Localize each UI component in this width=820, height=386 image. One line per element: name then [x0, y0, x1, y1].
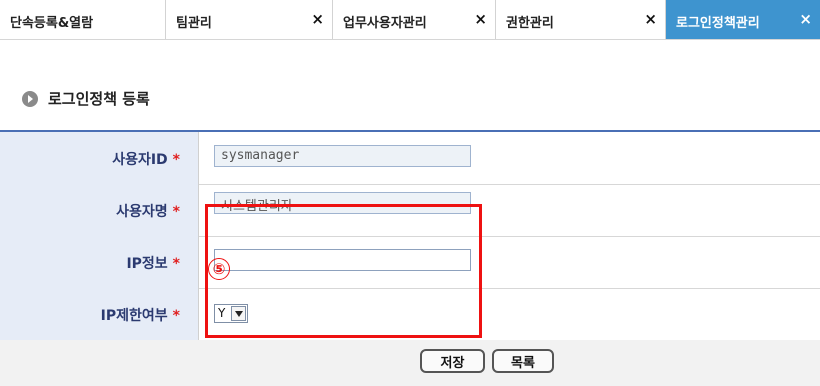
tab-enforcement-registration[interactable]: 단속등록&열람 [0, 0, 165, 39]
label-cell: IP정보 * [0, 236, 199, 288]
field-label: 사용자명 * [116, 204, 180, 220]
tab-label: 로그인정책관리 [676, 16, 760, 31]
tab-bar: 단속등록&열람 팀관리 × 업무사용자관리 × 권한관리 × 로그인정책관리 × [0, 0, 820, 40]
field-label: 사용자ID * [112, 152, 180, 168]
label-cell: 사용자ID * [0, 132, 199, 184]
tab-login-policy-management[interactable]: 로그인정책관리 × [665, 0, 820, 39]
annotation-highlight-box [205, 204, 482, 338]
close-icon[interactable]: × [311, 10, 324, 28]
field-label: IP제한여부 * [100, 308, 180, 324]
tab-business-user-management[interactable]: 업무사용자관리 × [332, 0, 495, 39]
page-title: 로그인정책 등록 [48, 90, 150, 108]
required-mark: * [172, 256, 180, 272]
list-button[interactable]: 목록 [492, 349, 554, 373]
tab-label: 단속등록&열람 [10, 16, 94, 31]
close-icon[interactable]: × [799, 10, 812, 28]
required-mark: * [172, 204, 180, 220]
form-row-user-id: 사용자ID * sysmanager [0, 132, 820, 185]
field-label: IP정보 * [126, 256, 180, 272]
required-mark: * [172, 152, 180, 168]
tab-team-management[interactable]: 팀관리 × [165, 0, 332, 39]
label-cell: IP제한여부 * [0, 288, 199, 340]
button-bar: 저장 목록 [0, 340, 820, 386]
tab-label: 팀관리 [176, 16, 212, 31]
tab-label: 업무사용자관리 [343, 16, 427, 31]
tab-label: 권한관리 [506, 16, 554, 31]
tab-permission-management[interactable]: 권한관리 × [495, 0, 665, 39]
close-icon[interactable]: × [474, 10, 487, 28]
save-button[interactable]: 저장 [420, 349, 485, 373]
user-id-field: sysmanager [214, 145, 471, 167]
section-header: 로그인정책 등록 [22, 88, 150, 109]
arrow-circle-icon [22, 90, 38, 107]
annotation-step-marker: ⑤ [208, 258, 230, 280]
required-mark: * [172, 308, 180, 324]
close-icon[interactable]: × [644, 10, 657, 28]
value-cell: sysmanager [200, 132, 820, 184]
label-cell: 사용자명 * [0, 184, 199, 236]
